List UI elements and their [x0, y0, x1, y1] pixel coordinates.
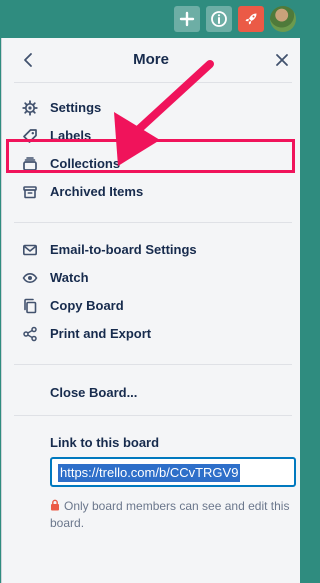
close-board-link[interactable]: Close Board... — [50, 385, 137, 400]
board-link-value[interactable]: https://trello.com/b/CCvTRGV9 — [58, 464, 241, 482]
divider — [14, 415, 292, 416]
divider — [14, 222, 292, 223]
menu-item-label: Copy Board — [50, 298, 124, 313]
menu-item-label: Archived Items — [50, 184, 144, 199]
eye-icon — [22, 272, 38, 284]
add-button[interactable] — [174, 6, 200, 32]
menu-item-print-export[interactable]: Print and Export — [2, 320, 300, 348]
copy-icon — [24, 298, 37, 314]
close-icon[interactable] — [274, 52, 290, 68]
menu-item-label: Print and Export — [50, 326, 152, 341]
more-menu-panel: More Settings Labels Collections Archive… — [1, 38, 300, 583]
menu-item-label: Settings — [50, 100, 102, 115]
link-label: Link to this board — [50, 435, 160, 450]
menu-item-watch[interactable]: Watch — [2, 264, 300, 292]
share-icon — [23, 326, 37, 342]
plus-icon — [179, 11, 195, 27]
gear-icon — [22, 100, 38, 116]
menu-item-label: Email-to-board Settings — [50, 242, 197, 257]
mail-icon — [22, 244, 37, 256]
power-ups-button[interactable] — [238, 6, 264, 32]
rocket-icon — [245, 13, 257, 25]
lock-icon — [51, 499, 59, 511]
privacy-note-text: Only board members can see and edit this… — [50, 499, 290, 530]
info-icon — [211, 11, 227, 27]
menu-item-label: Watch — [50, 270, 89, 285]
panel-title: More — [133, 51, 169, 68]
board-link-input[interactable]: https://trello.com/b/CCvTRGV9 — [50, 457, 296, 487]
menu-item-settings[interactable]: Settings — [2, 94, 300, 122]
panel-header: More — [2, 38, 300, 82]
menu-item-email-to-board[interactable]: Email-to-board Settings — [2, 236, 300, 264]
info-button[interactable] — [206, 6, 232, 32]
divider — [14, 82, 292, 83]
avatar[interactable] — [270, 6, 296, 32]
menu-item-archived-items[interactable]: Archived Items — [2, 178, 300, 206]
divider — [14, 364, 292, 365]
archive-icon — [23, 186, 37, 199]
privacy-note: Only board members can see and edit this… — [50, 498, 290, 532]
menu-item-copy-board[interactable]: Copy Board — [2, 292, 300, 320]
highlight-box — [6, 139, 295, 173]
board-header-bar — [0, 0, 300, 38]
